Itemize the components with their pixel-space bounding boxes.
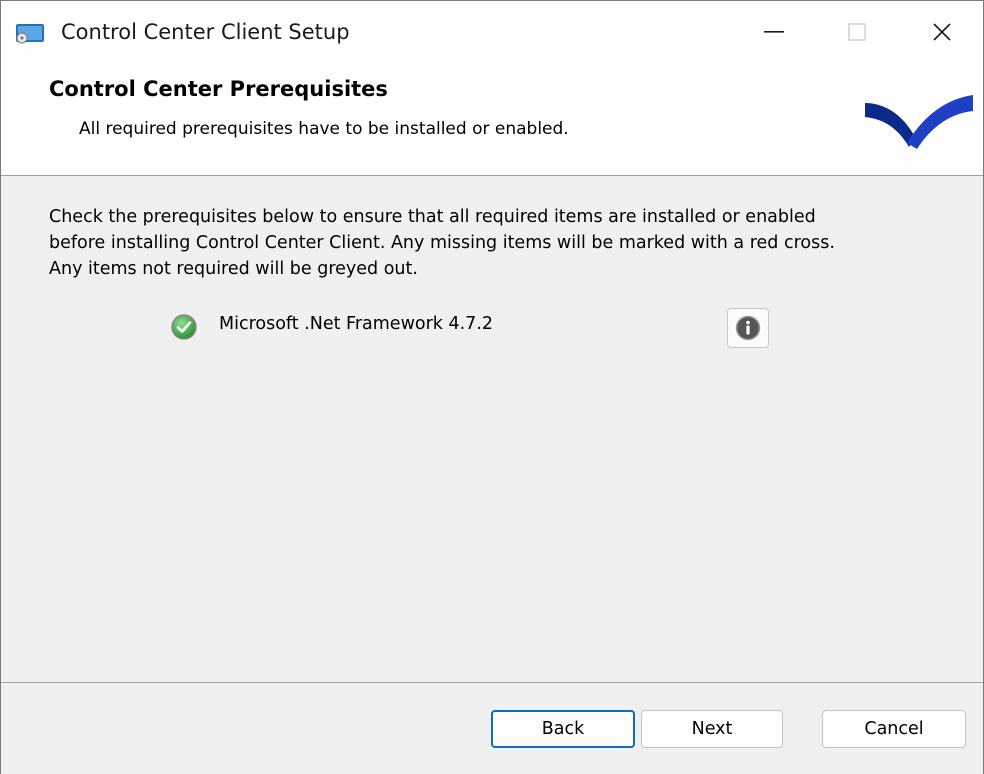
maximize-icon — [848, 23, 866, 41]
minimize-icon — [764, 31, 784, 33]
setup-window: Control Center Client Setup Control Cent… — [0, 0, 984, 774]
header-banner: Control Center Prerequisites All require… — [1, 63, 983, 176]
installer-app-icon — [15, 23, 45, 45]
page-subtitle: All required prerequisites have to be in… — [79, 119, 569, 139]
brand-logo-icon — [863, 81, 975, 151]
title-bar[interactable]: Control Center Client Setup — [1, 1, 983, 63]
close-button[interactable] — [901, 1, 983, 63]
content-area: Check the prerequisites below to ensure … — [1, 176, 983, 681]
prerequisites-description: Check the prerequisites below to ensure … — [49, 207, 835, 279]
cancel-button[interactable]: Cancel — [822, 710, 966, 748]
button-bar: Back Next Cancel — [1, 682, 983, 774]
maximize-button — [816, 1, 898, 63]
check-circle-icon — [171, 314, 197, 340]
close-icon — [933, 23, 951, 41]
info-icon — [735, 315, 761, 341]
prerequisite-label: Microsoft .Net Framework 4.7.2 — [219, 314, 494, 334]
prerequisite-item: Microsoft .Net Framework 4.7.2 — [171, 308, 771, 348]
back-button[interactable]: Back — [491, 710, 635, 748]
window-title: Control Center Client Setup — [61, 20, 350, 44]
page-title: Control Center Prerequisites — [49, 77, 388, 101]
next-button[interactable]: Next — [641, 710, 783, 748]
info-button[interactable] — [727, 308, 769, 348]
minimize-button[interactable] — [733, 1, 815, 63]
